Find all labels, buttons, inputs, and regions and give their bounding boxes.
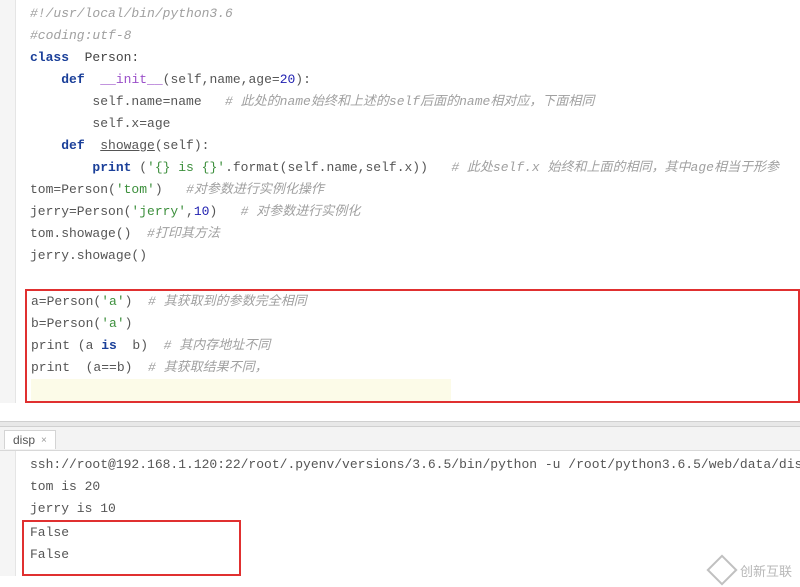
terminal-pane[interactable]: ssh://root@192.168.1.120:22/root/.pyenv/… bbox=[0, 451, 800, 576]
terminal-output-line: False bbox=[30, 547, 69, 562]
terminal-tab-bar: disp × bbox=[0, 427, 800, 451]
highlighted-code-block: a=Person('a') # 其获取到的参数完全相同 b=Person('a'… bbox=[25, 289, 800, 403]
watermark: 创新互联 bbox=[711, 559, 792, 581]
terminal-output-line: tom is 20 bbox=[30, 479, 100, 494]
close-icon[interactable]: × bbox=[41, 435, 47, 446]
shebang-line: #!/usr/local/bin/python3.6 bbox=[30, 6, 233, 21]
watermark-logo-icon bbox=[706, 554, 737, 585]
code-editor[interactable]: #!/usr/local/bin/python3.6 #coding:utf-8… bbox=[0, 0, 800, 403]
terminal-output-line: False bbox=[30, 525, 69, 540]
editor-gutter bbox=[0, 0, 16, 403]
cursor-line bbox=[31, 379, 451, 401]
watermark-text: 创新互联 bbox=[740, 561, 792, 580]
terminal-output-line: jerry is 10 bbox=[30, 501, 116, 516]
coding-line: #coding:utf-8 bbox=[30, 28, 131, 43]
terminal-content: ssh://root@192.168.1.120:22/root/.pyenv/… bbox=[30, 454, 800, 576]
terminal-cmd: ssh://root@192.168.1.120:22/root/.pyenv/… bbox=[30, 457, 800, 472]
tab-disp[interactable]: disp × bbox=[4, 430, 56, 449]
tab-label: disp bbox=[13, 433, 35, 447]
code-content: #!/usr/local/bin/python3.6 #coding:utf-8… bbox=[30, 3, 800, 403]
terminal-gutter bbox=[0, 451, 16, 576]
highlighted-output-block: False False bbox=[22, 520, 241, 576]
